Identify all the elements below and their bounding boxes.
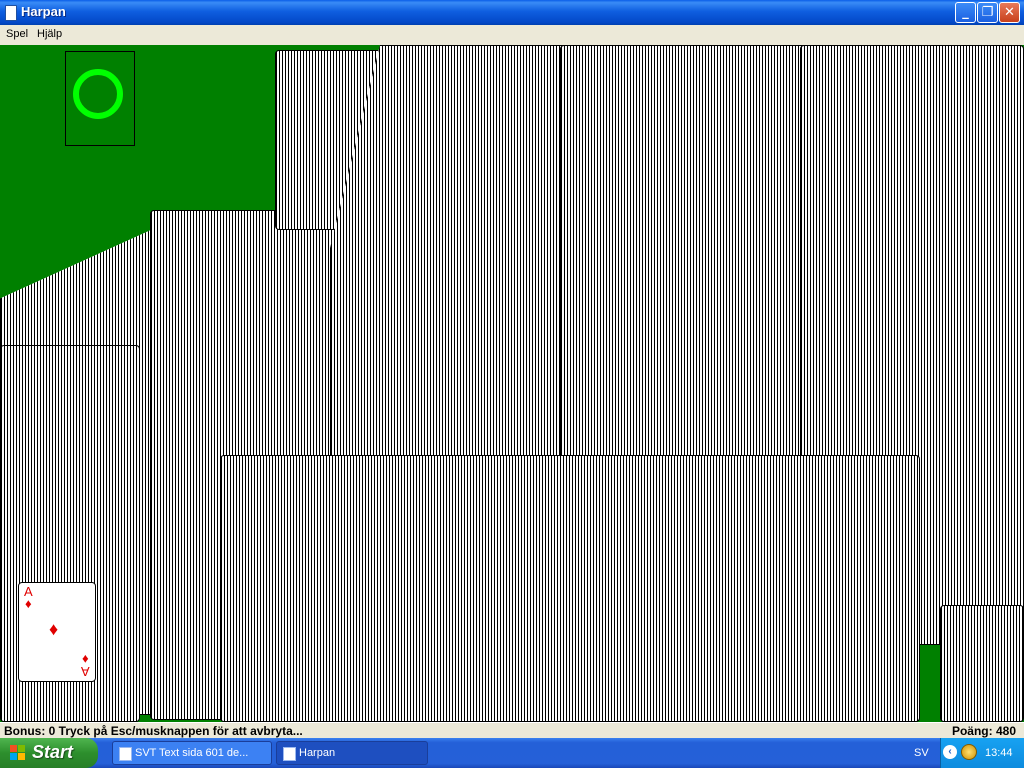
app-icon (5, 5, 17, 21)
menu-hjalp[interactable]: Hjälp (37, 28, 62, 40)
minimize-button[interactable]: _ (955, 2, 976, 23)
maximize-button[interactable]: ❐ (977, 2, 998, 23)
close-button[interactable]: ✕ (999, 2, 1020, 23)
network-globe-icon[interactable] (961, 744, 977, 760)
status-bonus: Bonus: 0 Tryck på Esc/musknappen för att… (4, 724, 303, 738)
window-title: Harpan (21, 4, 66, 19)
taskbar-item-svt-text[interactable]: SVT Text sida 601 de... (112, 741, 272, 765)
status-score: Poäng: 480 (951, 724, 1016, 738)
card-corner-top: A ♦ (24, 584, 33, 611)
card-trail (220, 455, 920, 722)
redeal-ring-icon[interactable] (73, 69, 123, 119)
status-bar: Bonus: 0 Tryck på Esc/musknappen för att… (0, 722, 1024, 739)
stock-slot[interactable] (65, 51, 135, 146)
show-hidden-icons-icon[interactable]: ‹ (943, 745, 957, 759)
title-bar[interactable]: Harpan _ ❐ ✕ (0, 0, 1024, 25)
ace-of-diamonds-card: A ♦ ♦ A ♦ (18, 582, 96, 682)
menu-spel[interactable]: Spel (6, 28, 28, 40)
diamond-icon: ♦ (49, 619, 59, 639)
system-tray: ‹ 13:44 (940, 738, 1024, 768)
window-icon (119, 747, 132, 761)
taskbar: Start SVT Text sida 601 de... Harpan SV … (0, 738, 1024, 768)
taskbar-item-harpan[interactable]: Harpan (276, 741, 428, 765)
game-area[interactable]: A ♦ ♦ A ♦ (0, 45, 1024, 722)
card-corner-bottom: A ♦ (81, 652, 90, 679)
menu-bar: Spel Hjälp (0, 25, 1024, 45)
clock[interactable]: 13:44 (985, 747, 1013, 759)
windows-logo-icon (10, 745, 26, 761)
window-icon (283, 747, 296, 761)
card-trail (940, 605, 1024, 722)
language-indicator[interactable]: SV (914, 747, 929, 759)
start-button[interactable]: Start (0, 738, 98, 768)
